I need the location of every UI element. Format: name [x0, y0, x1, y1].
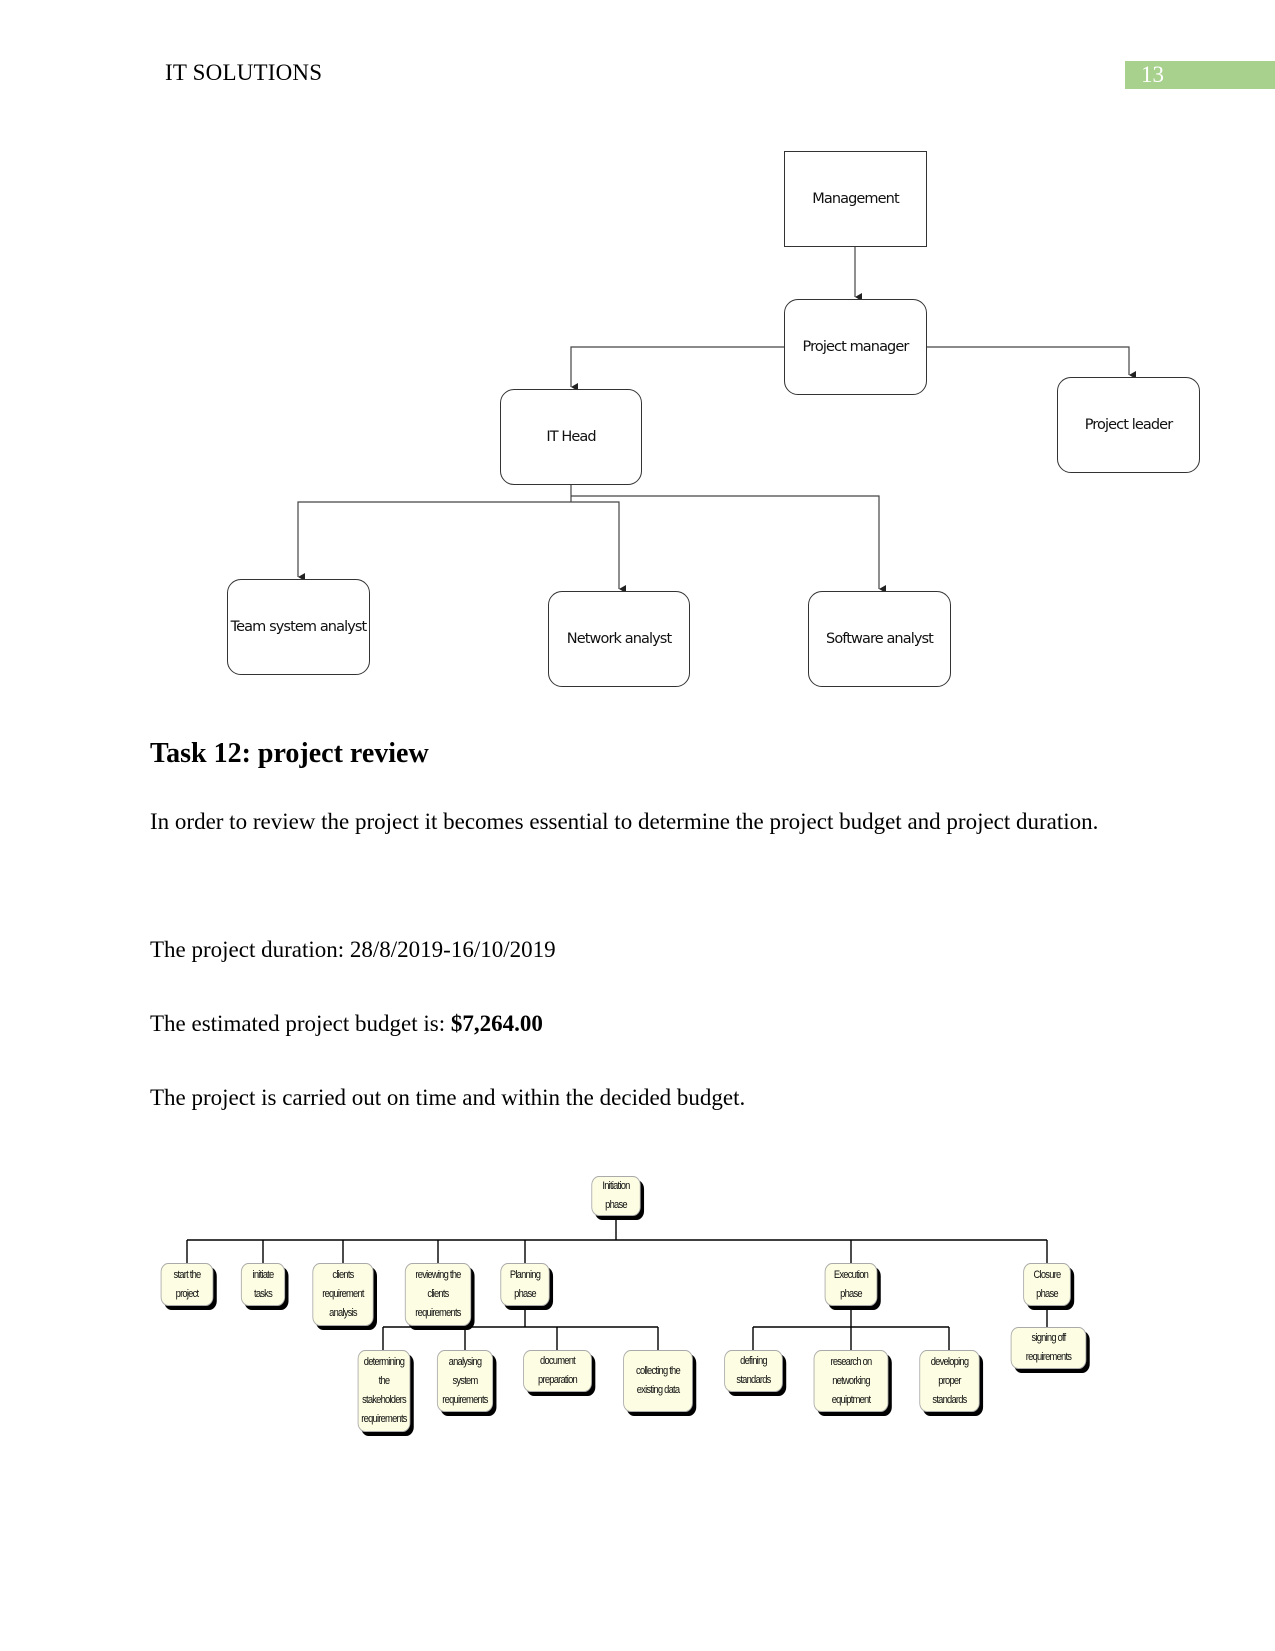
wbs-node-planning-child: document preparation	[523, 1350, 592, 1392]
wbs-node-execution-child: developing proper standards	[919, 1350, 980, 1412]
wbs-node-planning-child: analysing system requirements	[436, 1350, 494, 1412]
wbs-node-level1: initiate tasks	[240, 1263, 286, 1306]
wbs-node-label: Execution phase	[833, 1268, 869, 1300]
wbs-node-label: developing proper standards	[930, 1355, 969, 1406]
wbs-node-label: start the project	[173, 1268, 202, 1300]
wbs-node-level1: clients requirement analysis	[312, 1263, 374, 1326]
wbs-node-label: signing off requirements	[1025, 1332, 1072, 1363]
wbs-node-label: reviewing the clients requirements	[415, 1269, 461, 1319]
wbs-node-label: document preparation	[538, 1355, 578, 1386]
wbs-node-root: Initiation phase	[591, 1176, 641, 1216]
wbs-node-label: initiate tasks	[252, 1268, 275, 1300]
wbs-node-execution-child: defining standards	[724, 1350, 783, 1392]
wbs-node-label: collecting the existing data	[636, 1365, 681, 1396]
wbs-node-label: Closure phase	[1033, 1268, 1062, 1300]
wbs-node-planning-child: determining the stakeholders requirement…	[357, 1350, 411, 1432]
wbs-node-label: clients requirement analysis	[322, 1269, 364, 1319]
wbs-node-label: defining standards	[736, 1355, 771, 1386]
wbs-node-planning: Planning phase	[500, 1263, 550, 1306]
wbs-node-planning-child: collecting the existing data	[623, 1350, 693, 1412]
wbs-node-execution: Execution phase	[824, 1263, 878, 1306]
wbs-node-execution-child: research on networking equiptment	[813, 1350, 889, 1412]
wbs-node-closure: Closure phase	[1023, 1263, 1071, 1306]
wbs-node-label: Planning phase	[509, 1268, 541, 1300]
wbs-node-label: research on networking equiptment	[830, 1355, 873, 1406]
wbs-node-level1: start the project	[160, 1263, 214, 1306]
wbs-node-closure-child: signing off requirements	[1010, 1327, 1087, 1369]
wbs-node-label: analysing system requirements	[442, 1355, 488, 1406]
wbs-node-label: determining the stakeholders requirement…	[361, 1356, 407, 1425]
wbs-node-label: Initiation phase	[602, 1180, 630, 1211]
wbs-node-level1: reviewing the clients requirements	[404, 1263, 472, 1326]
